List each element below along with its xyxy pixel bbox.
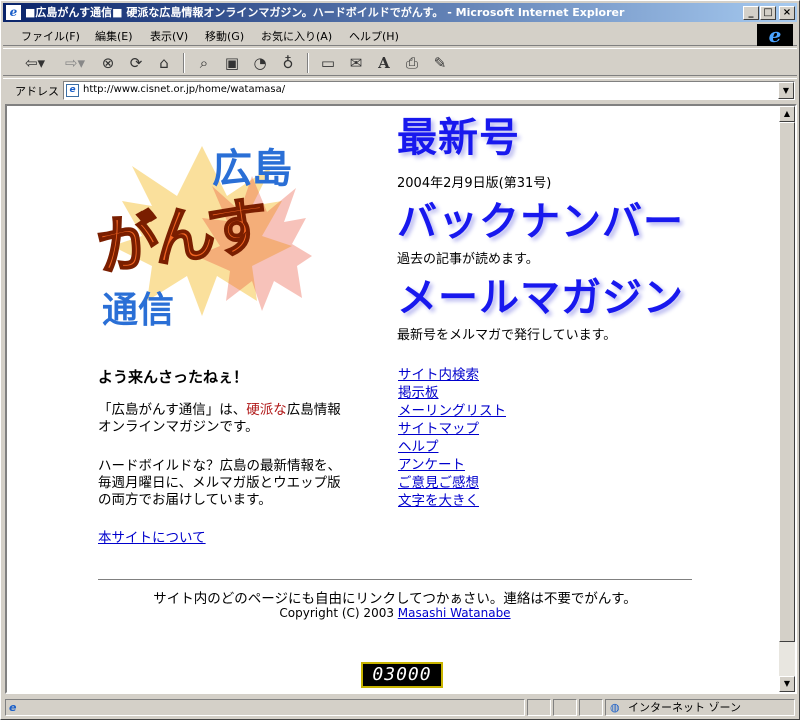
author-link[interactable]: Masashi Watanabe	[398, 606, 511, 620]
logo-sub-text: 通信	[102, 290, 175, 331]
menu-view[interactable]: 表示(V)	[150, 28, 188, 44]
status-cell	[553, 699, 577, 716]
status-page-icon: e	[9, 701, 17, 714]
vertical-scrollbar[interactable]: ▲ ▼	[779, 106, 795, 692]
menu-help[interactable]: ヘルプ(H)	[349, 28, 399, 44]
status-main: e	[5, 699, 525, 716]
nav-link-help[interactable]: ヘルプ	[398, 438, 506, 456]
window-title: ■広島がんす通信■ 硬派な広島情報オンラインマガジン。ハードボイルドでがんす。 …	[25, 6, 625, 19]
globe-icon: ◍	[610, 701, 620, 714]
page-viewport: 広島 がんす 通信 最新号 2004年2月9日版(第31号) バックナンバー 過…	[5, 104, 797, 694]
intro-text: オンラインマガジンです。	[98, 419, 259, 435]
forward-icon[interactable]: ⇨▾	[61, 52, 89, 74]
welcome-heading: よう来んさったねぇ！	[98, 368, 249, 386]
intro-text: 毎週月曜日に、メルマガ版とウエップ版	[98, 475, 341, 491]
intro-paragraph-2: ハードボイルドな？広島の最新情報を、 毎週月曜日に、メルマガ版とウエップ版 の両…	[98, 458, 341, 509]
back-icon[interactable]: ⇦▾	[21, 52, 49, 74]
menu-edit[interactable]: 編集(E)	[95, 28, 133, 44]
toolbar-separator	[183, 53, 185, 73]
nav-link-mailing-list[interactable]: メーリングリスト	[398, 402, 506, 420]
mail-icon[interactable]: ✉	[345, 52, 367, 74]
nav-link-feedback[interactable]: ご意見ご感想	[398, 474, 506, 492]
nav-link-survey[interactable]: アンケート	[398, 456, 506, 474]
intro-text: ハードボイルドな？広島の最新情報を、	[98, 458, 341, 474]
stop-icon[interactable]: ⊗	[97, 52, 119, 74]
print-icon[interactable]: ⎙	[401, 52, 423, 74]
intro-text: 「広島がんす通信」は、	[98, 402, 247, 418]
nav-links: サイト内検索 掲示板 メーリングリスト サイトマップ ヘルプ アンケート ご意見…	[398, 366, 506, 510]
intro-paragraph-1: 「広島がんす通信」は、硬派な広島情報 オンラインマガジンです。	[98, 402, 341, 436]
footer-divider	[98, 579, 692, 580]
ie-throbber-logo: e	[757, 24, 793, 46]
mail-magazine-link[interactable]: メールマガジン	[397, 278, 684, 318]
status-cell	[579, 699, 603, 716]
mail-magazine-desc: 最新号をメルマガで発行しています。	[397, 328, 617, 343]
toolbar-separator	[307, 53, 309, 73]
favorites-icon[interactable]: ▣	[221, 52, 243, 74]
status-zone-text: インターネット ゾーン	[628, 701, 741, 714]
menu-bar: ファイル(F) 編集(E) 表示(V) 移動(G) お気に入り(A) ヘルプ(H…	[3, 24, 797, 46]
title-bar: e ■広島がんす通信■ 硬派な広島情報オンラインマガジン。ハードボイルドでがんす…	[3, 3, 797, 22]
ie-app-icon: e	[6, 5, 21, 20]
edit-icon[interactable]: ✎	[429, 52, 451, 74]
close-button[interactable]: ×	[779, 6, 795, 20]
browser-window: e ■広島がんす通信■ 硬派な広島情報オンラインマガジン。ハードボイルドでがんす…	[0, 0, 800, 720]
channels-icon[interactable]: ♁	[277, 52, 299, 74]
refresh-icon[interactable]: ⟳	[125, 52, 147, 74]
back-number-desc: 過去の記事が読めます。	[397, 252, 539, 267]
nav-link-bbs[interactable]: 掲示板	[398, 384, 506, 402]
search-icon[interactable]: ⌕	[193, 52, 215, 74]
status-cell	[527, 699, 551, 716]
footer-copyright: Copyright (C) 2003 Masashi Watanabe	[98, 606, 692, 620]
minimize-button[interactable]: _	[743, 6, 759, 20]
history-icon[interactable]: ◔	[249, 52, 271, 74]
site-logo[interactable]: 広島 がんす 通信	[91, 126, 312, 336]
address-dropdown-button[interactable]: ▼	[778, 82, 794, 99]
latest-issue-link[interactable]: 最新号	[397, 118, 520, 158]
about-site-link[interactable]: 本サイトについて	[98, 530, 206, 547]
nav-link-site-search[interactable]: サイト内検索	[398, 366, 506, 384]
menu-go[interactable]: 移動(G)	[205, 28, 244, 44]
intro-highlight: 硬派な	[246, 402, 287, 418]
address-bar: アドレス e http://www.cisnet.or.jp/home/wata…	[3, 78, 797, 100]
scroll-up-arrow[interactable]: ▲	[779, 106, 795, 122]
access-counter: 03000	[361, 662, 443, 688]
address-url[interactable]: http://www.cisnet.or.jp/home/watamasa/	[83, 84, 285, 95]
intro-text: 広島情報	[286, 402, 341, 418]
intro-text: の両方でお届けしています。	[98, 492, 272, 508]
address-input[interactable]: e http://www.cisnet.or.jp/home/watamasa/…	[63, 81, 795, 100]
toolbar: ⇦▾ ⇨▾ ⊗ ⟳ ⌂ ⌕ ▣ ◔ ♁ ▭ ✉ A ⎙ ✎	[3, 48, 797, 76]
nav-link-larger-text[interactable]: 文字を大きく	[398, 492, 506, 510]
latest-issue-date: 2004年2月9日版(第31号)	[397, 176, 552, 191]
footer-notice: サイト内のどのページにも自由にリンクしてつかぁさい。連絡は不要でがんす。	[153, 591, 637, 607]
fullscreen-icon[interactable]: ▭	[317, 52, 339, 74]
back-number-link[interactable]: バックナンバー	[397, 202, 684, 242]
copyright-text: Copyright (C) 2003	[279, 606, 398, 620]
address-label: アドレス	[15, 85, 59, 98]
status-bar: e ◍ インターネット ゾーン	[3, 697, 797, 717]
menu-file[interactable]: ファイル(F)	[21, 28, 80, 44]
maximize-button[interactable]: □	[760, 6, 776, 20]
menu-favorites[interactable]: お気に入り(A)	[261, 28, 332, 44]
page-icon: e	[66, 84, 79, 97]
home-icon[interactable]: ⌂	[153, 52, 175, 74]
font-icon[interactable]: A	[373, 52, 395, 74]
scroll-down-arrow[interactable]: ▼	[779, 676, 795, 692]
nav-link-sitemap[interactable]: サイトマップ	[398, 420, 506, 438]
scroll-thumb[interactable]	[779, 122, 795, 642]
status-zone: ◍ インターネット ゾーン	[605, 699, 795, 716]
